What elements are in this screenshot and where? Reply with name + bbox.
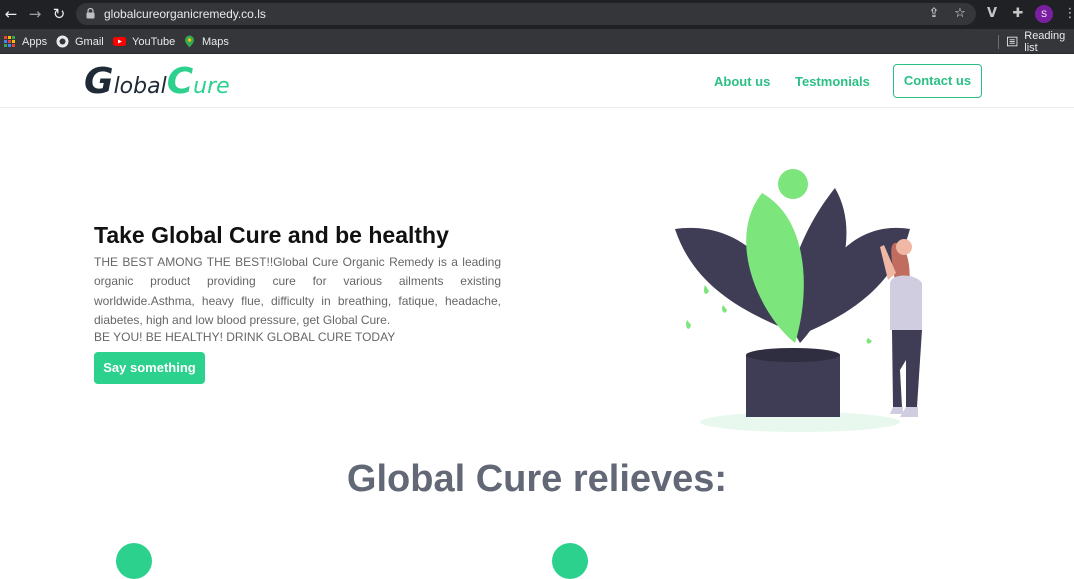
- maps-icon: [185, 35, 194, 48]
- back-arrow-icon[interactable]: ←: [2, 5, 20, 23]
- bookmark-youtube[interactable]: YouTube: [113, 33, 175, 50]
- bookmark-maps[interactable]: Maps: [183, 33, 229, 50]
- say-something-button[interactable]: Say something: [94, 352, 205, 384]
- feature-leaf-icon: [552, 543, 588, 579]
- puzzle-extensions-icon[interactable]: ✚: [1010, 6, 1026, 22]
- logo-text-ure: ure: [193, 74, 230, 99]
- apps-grid-icon: [4, 36, 15, 47]
- logo-letter-c: C: [166, 61, 194, 102]
- bookmark-gmail[interactable]: Gmail: [56, 33, 104, 50]
- share-icon[interactable]: ⇪: [926, 6, 942, 22]
- logo-text-lobal: lobal: [113, 74, 167, 99]
- nav-about-link[interactable]: About us: [714, 74, 770, 89]
- bookmark-label: Maps: [202, 35, 229, 48]
- url-text[interactable]: globalcureorganicremedy.co.ls: [104, 7, 266, 21]
- lock-icon[interactable]: [86, 8, 95, 19]
- bookmarks-bar: Apps Gmail YouTube Maps Reading list: [0, 29, 1074, 54]
- bookmark-apps[interactable]: Apps: [4, 33, 47, 50]
- menu-kebab-icon[interactable]: ⋮: [1062, 6, 1074, 22]
- bookmark-star-icon[interactable]: ☆: [952, 6, 968, 22]
- hero-description: THE BEST AMONG THE BEST!!Global Cure Org…: [94, 255, 501, 328]
- google-icon: [56, 35, 69, 48]
- plant-woman-illustration: [675, 169, 922, 432]
- hero-tagline: BE YOU! BE HEALTHY! DRINK GLOBAL CURE TO…: [94, 330, 396, 344]
- site-header: GlobalCure About us Testmonials Contact …: [0, 55, 1074, 108]
- bookmark-label: Apps: [22, 35, 48, 48]
- site-logo[interactable]: GlobalCure: [84, 61, 230, 102]
- bookmarks-divider: [998, 35, 999, 49]
- browser-toolbar: ← → ↻ globalcureorganicremedy.co.ls ⇪ ☆ …: [0, 0, 1074, 29]
- contact-button[interactable]: Contact us: [893, 64, 982, 98]
- extension-v-icon[interactable]: V: [984, 6, 1000, 22]
- youtube-icon: [113, 37, 126, 46]
- profile-avatar[interactable]: S: [1035, 5, 1053, 23]
- nav-testimonials-link[interactable]: Testmonials: [795, 74, 870, 89]
- section-title: Global Cure relieves:: [346, 458, 728, 500]
- hero-title: Take Global Cure and be healthy: [94, 222, 449, 248]
- feature-book-icon: [116, 543, 152, 579]
- reading-list-label: Reading list: [1024, 29, 1066, 54]
- address-bar[interactable]: globalcureorganicremedy.co.ls ⇪ ☆: [76, 3, 976, 25]
- reading-list[interactable]: Reading list: [1007, 30, 1074, 54]
- web-page: GlobalCure About us Testmonials Contact …: [0, 55, 1074, 579]
- reading-list-icon: [1007, 36, 1018, 47]
- bookmark-label: YouTube: [132, 35, 176, 48]
- forward-arrow-icon[interactable]: →: [26, 5, 44, 23]
- reload-icon[interactable]: ↻: [50, 5, 68, 23]
- logo-letter-g: G: [84, 61, 114, 102]
- bookmark-label: Gmail: [75, 35, 104, 48]
